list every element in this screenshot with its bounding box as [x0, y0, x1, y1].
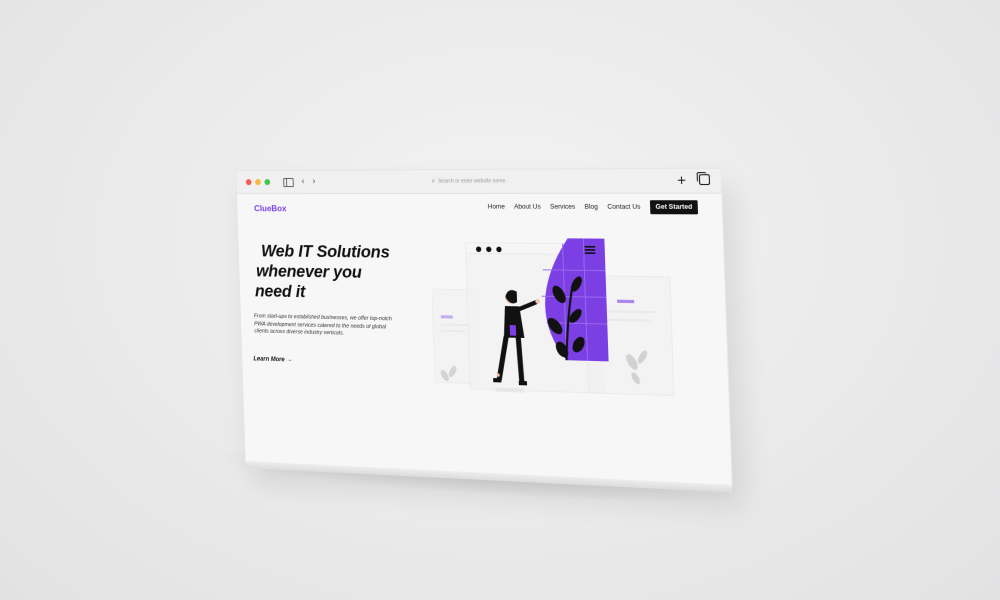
hero-title-line-3: need it — [254, 281, 306, 302]
back-icon[interactable]: ‹ — [301, 176, 305, 186]
hero-title-line-2: whenever you — [255, 261, 362, 282]
close-window-button[interactable] — [245, 179, 252, 186]
minimize-window-button[interactable] — [255, 179, 261, 186]
browser-toolbar: ‹ › ⌕ Search or enter website name + — [236, 168, 722, 195]
hamburger-icon — [584, 245, 596, 255]
mockup-stage: ‹ › ⌕ Search or enter website name + Clu… — [0, 0, 1000, 600]
new-tab-icon[interactable]: + — [677, 171, 686, 188]
forward-icon[interactable]: › — [312, 176, 316, 186]
nav-services[interactable]: Services — [550, 203, 575, 210]
site-logo[interactable]: ClueBox — [254, 203, 287, 213]
learn-more-link[interactable]: Learn More → — [253, 355, 292, 363]
browser-window: ‹ › ⌕ Search or enter website name + Clu… — [235, 167, 733, 493]
nav-home[interactable]: Home — [488, 203, 505, 210]
get-started-button[interactable]: Get Started — [649, 200, 699, 215]
nav-about-us[interactable]: About Us — [514, 203, 541, 210]
toolbar-right: + — [677, 171, 711, 188]
address-placeholder: Search or enter website name — [437, 178, 506, 185]
tabs-overview-icon[interactable] — [698, 174, 711, 186]
hero-title: Web IT Solutions whenever you need it — [253, 241, 418, 304]
arrow-right-icon: → — [286, 356, 293, 364]
nav-contact-us[interactable]: Contact Us — [607, 203, 640, 211]
hero-title-line-1: Web IT Solutions — [260, 241, 390, 262]
hero-description: From start-ups to established businesses… — [253, 313, 392, 337]
search-icon: ⌕ — [431, 177, 436, 185]
site-header: ClueBox Home About Us Services Blog Cont… — [237, 195, 722, 223]
illustration-window-dots — [475, 246, 502, 253]
sidebar-toggle-icon[interactable] — [283, 177, 294, 187]
learn-more-label: Learn More — [253, 355, 285, 364]
main-nav: Home About Us Services Blog Contact Us G… — [488, 200, 699, 215]
address-bar[interactable]: ⌕ Search or enter website name — [379, 175, 561, 188]
hero-illustration — [410, 232, 697, 451]
maximize-window-button[interactable] — [264, 179, 271, 186]
nav-blog[interactable]: Blog — [584, 203, 598, 210]
